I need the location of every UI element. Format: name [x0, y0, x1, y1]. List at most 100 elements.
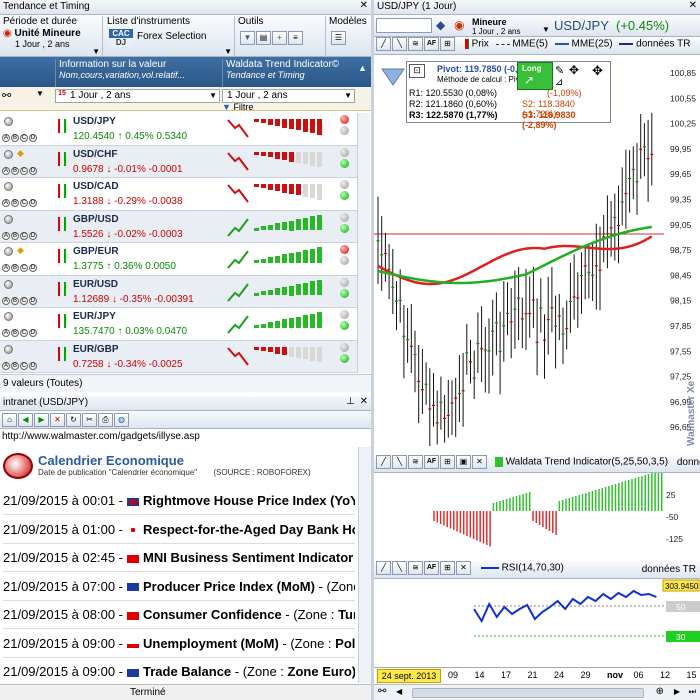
scroll-end-icon[interactable]: ⏭	[689, 687, 696, 697]
models-icon[interactable]: ☰	[331, 31, 346, 45]
c-icon[interactable]: C	[20, 361, 28, 370]
fibo-tool-icon[interactable]: ≋	[408, 37, 423, 51]
link-icon[interactable]: ⚯	[2, 89, 11, 102]
settings-icon[interactable]: ▣	[456, 455, 471, 469]
d-icon[interactable]: D	[29, 361, 37, 370]
close-icon[interactable]: ✕	[689, 0, 697, 11]
browser-scrollbar[interactable]	[358, 447, 371, 683]
d-icon[interactable]: D	[29, 199, 37, 207]
scale-icon[interactable]: ⊞	[440, 37, 455, 51]
table-scrollbar[interactable]	[357, 113, 370, 373]
print-icon[interactable]: ⎙	[98, 413, 113, 427]
long-badge[interactable]: Long ↗	[517, 62, 553, 90]
list-item[interactable]: 21/09/2015 à 09:00 - Unemployment (MoM) -…	[3, 630, 355, 658]
table-row[interactable]: ABCD EUR/USD 1.12689 ↓ -0.35% -0.00391	[0, 275, 370, 308]
b-icon[interactable]: B	[11, 134, 19, 142]
table-row[interactable]: ABCD USD/CAD 1.3188 ↓ -0.29% -0.0038	[0, 178, 370, 211]
c-icon[interactable]: C	[20, 166, 28, 175]
c-icon[interactable]: C	[20, 329, 28, 337]
table-icon[interactable]: ▤	[256, 31, 271, 45]
url-bar[interactable]: http://www.walmaster.com/gadgets/illyse.…	[0, 430, 371, 446]
zigzag-tool-icon[interactable]: ╲	[392, 561, 407, 575]
c-icon[interactable]: C	[20, 264, 28, 272]
af-icon[interactable]: AF	[424, 455, 439, 469]
cube-icon[interactable]: ◆	[436, 18, 445, 32]
b-icon[interactable]: B	[11, 166, 19, 175]
fibo-tool-icon[interactable]: ≋	[408, 561, 423, 575]
d-icon[interactable]: D	[29, 231, 37, 240]
list-item[interactable]: 21/09/2015 à 00:01 - Rightmove House Pric…	[3, 487, 355, 515]
table-row[interactable]: ABCD USD/JPY 120.4540 ↑ 0.45% 0.5340	[0, 113, 370, 146]
b-icon[interactable]: B	[11, 231, 19, 240]
edit-icon[interactable]: ⊿	[555, 77, 563, 88]
dropdown-arrow-icon[interactable]: ▼	[224, 47, 232, 56]
close-icon[interactable]: ✕	[472, 455, 487, 469]
stop-icon[interactable]: ✕	[50, 413, 65, 427]
scale-icon[interactable]: ⊞	[440, 561, 455, 575]
af-icon[interactable]: AF	[424, 37, 439, 51]
c-icon[interactable]: C	[20, 296, 28, 305]
chart-type-icon[interactable]	[380, 63, 406, 89]
symbol-input[interactable]	[376, 18, 432, 33]
a-icon[interactable]: A	[2, 296, 10, 305]
d-icon[interactable]: D	[29, 296, 37, 305]
d-icon[interactable]: D	[29, 166, 37, 175]
move-icon[interactable]: ✥	[569, 63, 579, 77]
rsi-chart[interactable]: 303.9450 50 30	[374, 579, 700, 666]
zigzag-tool-icon[interactable]: ╲	[392, 455, 407, 469]
period-left-select[interactable]: 15 1 Jour , 2 ans ▼	[55, 89, 220, 103]
list-item[interactable]: 21/09/2015 à 08:00 - Consumer Confidence …	[3, 601, 355, 629]
table-row[interactable]: ABCD EUR/JPY 135.7470 ↑ 0.03% 0.0470	[0, 308, 370, 341]
close-icon[interactable]: ✕	[360, 396, 368, 407]
fibo-tool-icon[interactable]: ≋	[408, 455, 423, 469]
forward-icon[interactable]: ▶	[34, 413, 49, 427]
tools-icon[interactable]: ✂	[82, 413, 97, 427]
scale-icon[interactable]: ⊞	[440, 455, 455, 469]
filter-label[interactable]: ▼ Filtre	[222, 102, 253, 112]
pencil-icon[interactable]: ✎	[555, 64, 564, 77]
scroll-right-icon[interactable]: ▶	[674, 687, 680, 696]
period-section[interactable]: Période et durée ◉ Unité Mineure 1 Jour …	[3, 16, 103, 56]
pin-icon[interactable]: ⊥	[346, 396, 355, 407]
col-info-header[interactable]: Information sur la valeur Nom,cours,vari…	[55, 59, 220, 87]
a-icon[interactable]: A	[2, 329, 10, 337]
period-right-select[interactable]: 1 Jour , 2 ans ▼	[222, 89, 355, 103]
b-icon[interactable]: B	[11, 329, 19, 337]
c-icon[interactable]: C	[20, 134, 28, 142]
refresh-icon[interactable]: ↻	[66, 413, 81, 427]
zoom-icon[interactable]: ⊕	[656, 686, 664, 697]
list-item[interactable]: 21/09/2015 à 02:45 - MNI Business Sentime…	[3, 544, 355, 572]
a-icon[interactable]: A	[2, 134, 10, 142]
add-icon[interactable]: +	[272, 31, 287, 45]
a-icon[interactable]: A	[2, 361, 10, 370]
col-trend-header[interactable]: Waldata Trend Indicator© Tendance et Tim…	[222, 59, 355, 87]
home-icon[interactable]: ⌂	[2, 413, 17, 427]
a-icon[interactable]: A	[2, 166, 10, 175]
close-icon[interactable]: ✕	[360, 0, 368, 11]
table-row[interactable]: ◆ ABCD USD/CHF 0.9678 ↓ -0.01% -0.0001	[0, 145, 370, 178]
b-icon[interactable]: B	[11, 199, 19, 207]
af-icon[interactable]: AF	[424, 561, 439, 575]
draw-tool-icon[interactable]: ╱	[376, 455, 391, 469]
draw-tool-icon[interactable]: ╱	[376, 561, 391, 575]
instrument-list-section[interactable]: Liste d'instruments CAC DJ Forex Selecti…	[107, 16, 235, 56]
chart-scrollbar[interactable]: ⚯ ◀ ⊕ ▶ ⏭	[374, 684, 700, 700]
funnel-icon[interactable]: ▼	[240, 31, 255, 45]
dropdown-arrow-icon[interactable]: ▼	[36, 89, 44, 98]
a-icon[interactable]: A	[2, 231, 10, 240]
back-icon[interactable]: ◀	[18, 413, 33, 427]
link-icon[interactable]: ⚯	[378, 686, 386, 697]
scroll-thumb[interactable]	[412, 688, 644, 698]
list-item[interactable]: 21/09/2015 à 01:00 - Respect-for-the-Aged…	[3, 516, 355, 544]
b-icon[interactable]: B	[11, 361, 19, 370]
scroll-left-icon[interactable]: ◀	[396, 687, 402, 696]
list-icon[interactable]: ≡	[288, 31, 303, 45]
move-icon[interactable]: ✥	[592, 63, 603, 79]
c-icon[interactable]: C	[20, 199, 28, 207]
draw-tool-icon[interactable]: ╱	[376, 37, 391, 51]
a-icon[interactable]: A	[2, 199, 10, 207]
b-icon[interactable]: B	[11, 296, 19, 305]
d-icon[interactable]: D	[29, 264, 37, 272]
list-item[interactable]: 21/09/2015 à 09:00 - Trade Balance - (Zon…	[3, 658, 355, 683]
list-item[interactable]: 21/09/2015 à 07:00 - Producer Price Index…	[3, 573, 355, 601]
